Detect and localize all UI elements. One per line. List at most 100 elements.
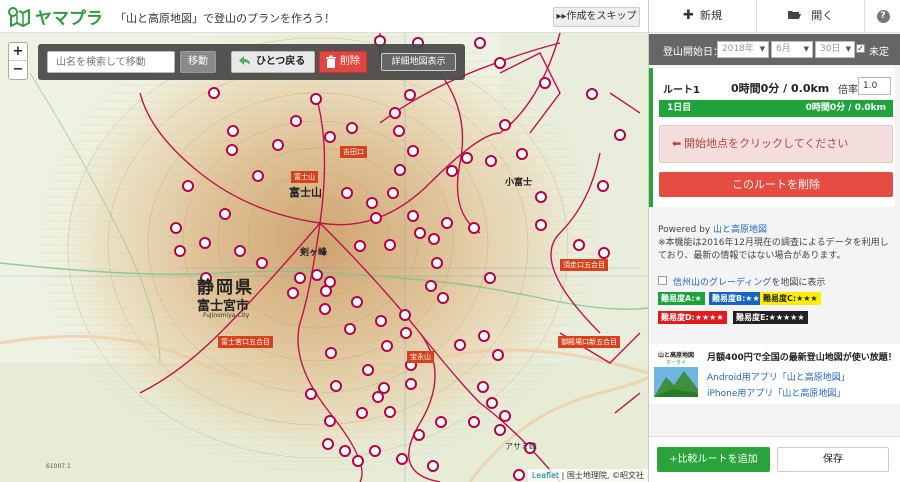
checkpoint-marker[interactable] xyxy=(252,170,264,182)
checkpoint-marker[interactable] xyxy=(461,152,473,164)
checkpoint-marker[interactable] xyxy=(387,187,399,199)
checkpoint-marker[interactable] xyxy=(290,115,302,127)
checkpoint-marker[interactable] xyxy=(370,212,382,224)
checkpoint-marker[interactable] xyxy=(446,165,458,177)
checkpoint-marker[interactable] xyxy=(324,131,336,143)
checkpoint-marker[interactable] xyxy=(344,323,356,335)
checkpoint-marker[interactable] xyxy=(478,330,490,342)
tab-new[interactable]: ✚ 新規 xyxy=(649,0,757,33)
checkpoint-marker[interactable] xyxy=(405,378,417,390)
undecided-checkbox[interactable]: ✓ xyxy=(856,44,865,53)
checkpoint-marker[interactable] xyxy=(366,197,378,209)
checkpoint-marker[interactable] xyxy=(431,257,443,269)
day-select[interactable]: 30日 ▼ xyxy=(815,41,855,58)
checkpoint-marker[interactable] xyxy=(351,296,363,308)
checkpoint-marker[interactable] xyxy=(330,380,342,392)
checkpoint-marker[interactable] xyxy=(170,222,182,234)
checkpoint-marker[interactable] xyxy=(404,89,416,101)
multiplier-input[interactable]: 1.0 xyxy=(858,77,891,95)
delete-route-button[interactable]: このルートを削除 xyxy=(659,172,893,197)
checkpoint-marker[interactable] xyxy=(484,272,496,284)
checkpoint-marker[interactable] xyxy=(394,164,406,176)
checkpoint-marker[interactable] xyxy=(234,245,246,257)
checkpoint-marker[interactable] xyxy=(362,364,374,376)
checkpoint-marker[interactable] xyxy=(324,415,336,427)
checkpoint-marker[interactable] xyxy=(352,455,364,467)
checkpoint-marker[interactable] xyxy=(407,210,419,222)
delete-button[interactable]: 削除 xyxy=(319,51,367,73)
checkpoint-marker[interactable] xyxy=(287,287,299,299)
zoom-in-button[interactable]: + xyxy=(9,43,27,61)
add-compare-route-button[interactable]: +比較ルートを追加 xyxy=(657,447,770,472)
checkpoint-marker[interactable] xyxy=(425,280,437,292)
checkpoint-marker[interactable] xyxy=(428,233,440,245)
map-canvas[interactable]: 静岡県 富士宮市 Fujinomiya City 富士山 富士山 吉田口 剣ヶ峰… xyxy=(0,33,648,482)
mountain-search-input[interactable] xyxy=(47,51,175,73)
checkpoint-marker[interactable] xyxy=(256,257,268,269)
checkpoint-marker[interactable] xyxy=(311,269,323,281)
move-button[interactable]: 移動 xyxy=(180,51,216,73)
checkpoint-marker[interactable] xyxy=(369,445,381,457)
detail-map-button[interactable]: 詳細地図表示 xyxy=(381,53,456,71)
undo-button[interactable]: ひとつ戻る xyxy=(231,51,315,73)
checkpoint-marker[interactable] xyxy=(597,180,609,192)
checkpoint-marker[interactable] xyxy=(485,155,497,167)
checkpoint-marker[interactable] xyxy=(354,240,366,252)
checkpoint-marker[interactable] xyxy=(598,247,610,259)
checkpoint-marker[interactable] xyxy=(407,145,419,157)
checkpoint-marker[interactable] xyxy=(378,382,390,394)
checkpoint-marker[interactable] xyxy=(437,292,449,304)
checkpoint-marker[interactable] xyxy=(441,217,453,229)
checkpoint-marker[interactable] xyxy=(427,460,439,472)
checkpoint-marker[interactable] xyxy=(492,349,504,361)
checkpoint-marker[interactable] xyxy=(384,239,396,251)
checkpoint-marker[interactable] xyxy=(294,272,306,284)
app-icon[interactable]: 山と高原地図 ホーダイ xyxy=(652,349,700,399)
checkpoint-marker[interactable] xyxy=(339,445,351,457)
checkpoint-marker[interactable] xyxy=(372,391,384,403)
checkpoint-marker[interactable] xyxy=(454,339,466,351)
checkpoint-marker[interactable] xyxy=(413,429,425,441)
checkpoint-marker[interactable] xyxy=(499,410,511,422)
zoom-out-button[interactable]: − xyxy=(9,61,27,79)
checkpoint-marker[interactable] xyxy=(535,219,547,231)
checkpoint-marker[interactable] xyxy=(399,309,411,321)
checkpoint-marker[interactable] xyxy=(226,144,238,156)
checkpoint-marker[interactable] xyxy=(435,416,447,428)
grading-checkbox[interactable] xyxy=(658,276,667,285)
powered-link[interactable]: 山と高原地図 xyxy=(713,225,767,235)
checkpoint-marker[interactable] xyxy=(486,397,498,409)
checkpoint-marker[interactable] xyxy=(325,347,337,359)
checkpoint-marker[interactable] xyxy=(396,453,408,465)
checkpoint-marker[interactable] xyxy=(513,469,525,481)
yamapla-logo[interactable]: ヤマプラ xyxy=(8,4,103,29)
checkpoint-marker[interactable] xyxy=(305,388,317,400)
checkpoint-marker[interactable] xyxy=(174,245,186,257)
month-select[interactable]: 6月 ▼ xyxy=(771,41,813,58)
android-app-link[interactable]: Android用アプリ「山と高原地図」 xyxy=(707,370,850,383)
checkpoint-marker[interactable] xyxy=(310,93,322,105)
day-bar[interactable]: 1日目 0時間0分 / 0.0km xyxy=(659,100,893,117)
checkpoint-marker[interactable] xyxy=(474,37,486,49)
checkpoint-marker[interactable] xyxy=(272,139,284,151)
checkpoint-marker[interactable] xyxy=(199,237,211,249)
checkpoint-marker[interactable] xyxy=(381,340,393,352)
checkpoint-marker[interactable] xyxy=(384,406,396,418)
checkpoint-marker[interactable] xyxy=(389,107,401,119)
grading-link[interactable]: 信州山のグレーディング xyxy=(673,278,771,288)
checkpoint-marker[interactable] xyxy=(614,129,626,141)
checkpoint-marker[interactable] xyxy=(516,148,528,160)
checkpoint-marker[interactable] xyxy=(208,87,220,99)
iphone-app-link[interactable]: iPhone用アプリ「山と高原地図」 xyxy=(707,386,845,399)
year-select[interactable]: 2018年 ▼ xyxy=(717,41,769,58)
checkpoint-marker[interactable] xyxy=(182,180,194,192)
checkpoint-marker[interactable] xyxy=(319,303,331,315)
checkpoint-marker[interactable] xyxy=(341,187,353,199)
checkpoint-marker[interactable] xyxy=(320,285,332,297)
checkpoint-marker[interactable] xyxy=(219,208,231,220)
checkpoint-marker[interactable] xyxy=(375,315,387,327)
tab-open[interactable]: 開く xyxy=(757,0,865,33)
checkpoint-marker[interactable] xyxy=(468,222,480,234)
checkpoint-marker[interactable] xyxy=(322,438,334,450)
checkpoint-marker[interactable] xyxy=(356,407,368,419)
